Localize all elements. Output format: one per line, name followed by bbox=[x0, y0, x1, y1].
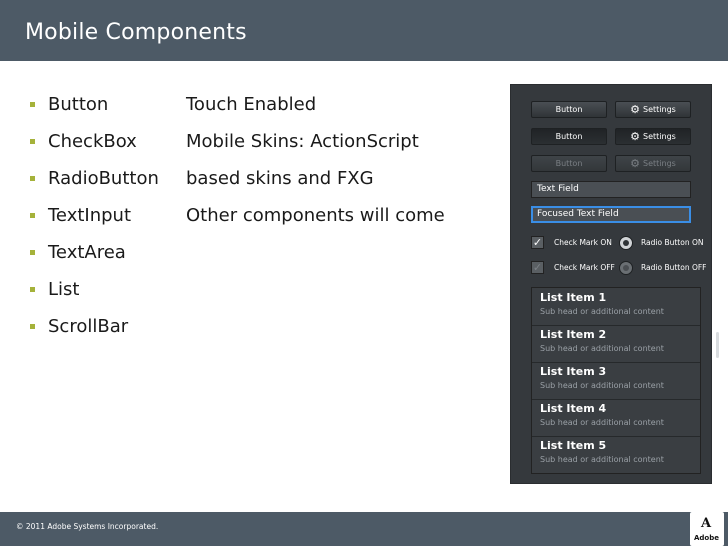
bullet-marker bbox=[30, 324, 35, 329]
mobile-components-preview: Button ⚙ Settings Button ⚙ Settings Button… bbox=[510, 84, 719, 484]
list-item-title: List Item 3 bbox=[540, 365, 607, 378]
list-scrollbar[interactable] bbox=[716, 332, 719, 358]
list-item-title: List Item 2 bbox=[540, 328, 607, 341]
checkmark-faint-icon: ✓ bbox=[532, 261, 543, 274]
settings-button-up[interactable]: ⚙ Settings bbox=[615, 101, 691, 118]
footer-bar: © 2011 Adobe Systems Incorporated. A Ado… bbox=[0, 512, 728, 546]
bullet-text: ScrollBar bbox=[48, 316, 129, 337]
text-field-value: Text Field bbox=[537, 184, 579, 194]
list-item-subhead: Sub head or additional content bbox=[540, 418, 664, 427]
list-item-subhead: Sub head or additional content bbox=[540, 381, 664, 390]
title-bar: Mobile Components bbox=[0, 0, 728, 61]
button-label: Button bbox=[555, 159, 583, 168]
touch-line: Mobile Skins: ActionScript bbox=[186, 131, 419, 152]
bullet-text: TextInput bbox=[48, 205, 132, 226]
gear-icon: ⚙ bbox=[630, 103, 641, 116]
list-item[interactable]: List Item 2 Sub head or additional conte… bbox=[532, 325, 700, 363]
adobe-logo-text: Adobe bbox=[694, 534, 719, 542]
copyright-text: © 2011 Adobe Systems Incorporated. bbox=[16, 522, 159, 531]
list[interactable]: List Item 1 Sub head or additional conte… bbox=[531, 287, 719, 474]
check-off-label: Check Mark OFF bbox=[554, 263, 615, 272]
touch-line: Other components will come bbox=[186, 205, 445, 226]
touch-line: Touch Enabled bbox=[186, 94, 317, 115]
settings-label: Settings bbox=[643, 105, 676, 114]
settings-label: Settings bbox=[643, 159, 676, 168]
settings-button-down[interactable]: ⚙ Settings bbox=[615, 128, 691, 145]
bullet-text: Button bbox=[48, 94, 109, 115]
bullet-marker bbox=[30, 176, 35, 181]
button-label: Button bbox=[555, 105, 583, 114]
focused-text-field[interactable]: Focused Text Field bbox=[531, 206, 691, 223]
checkbox-checked[interactable]: ✓ bbox=[531, 236, 544, 249]
list-item-subhead: Sub head or additional content bbox=[540, 307, 664, 316]
button-down[interactable]: Button bbox=[531, 128, 607, 145]
list-item-subhead: Sub head or additional content bbox=[540, 344, 664, 353]
radio-dot bbox=[623, 265, 629, 271]
focused-text-field-value: Focused Text Field bbox=[537, 209, 619, 219]
list-item[interactable]: List Item 4 Sub head or additional conte… bbox=[532, 399, 700, 437]
adobe-a-icon: A bbox=[701, 516, 712, 531]
radio-dot bbox=[623, 240, 629, 246]
list-item-title: List Item 4 bbox=[540, 402, 607, 415]
button-disabled[interactable]: Button bbox=[531, 155, 607, 172]
bullet-marker bbox=[30, 250, 35, 255]
button-up[interactable]: Button bbox=[531, 101, 607, 118]
list-item-title: List Item 5 bbox=[540, 439, 607, 452]
list-item[interactable]: List Item 1 Sub head or additional conte… bbox=[532, 288, 700, 326]
bullet-marker bbox=[30, 287, 35, 292]
radio-button-off[interactable] bbox=[619, 261, 633, 275]
text-field[interactable]: Text Field bbox=[531, 181, 691, 198]
checkmark-icon: ✓ bbox=[532, 236, 543, 249]
settings-button-disabled[interactable]: ⚙ Settings bbox=[615, 155, 691, 172]
button-label: Button bbox=[555, 132, 583, 141]
touch-line: based skins and FXG bbox=[186, 168, 374, 189]
settings-label: Settings bbox=[643, 132, 676, 141]
radio-off-label: Radio Button OFF bbox=[641, 263, 707, 272]
radio-button-on[interactable] bbox=[619, 236, 633, 250]
touch-description: Touch Enabled Mobile Skins: ActionScript… bbox=[186, 94, 445, 242]
bullet-marker bbox=[30, 139, 35, 144]
bullet-marker bbox=[30, 213, 35, 218]
list-item-title: List Item 1 bbox=[540, 291, 607, 304]
bullet-marker bbox=[30, 102, 35, 107]
bullet-text: List bbox=[48, 279, 80, 300]
check-on-label: Check Mark ON bbox=[554, 238, 612, 247]
gear-icon: ⚙ bbox=[630, 157, 641, 170]
bullet-text: CheckBox bbox=[48, 131, 137, 152]
list-item-subhead: Sub head or additional content bbox=[540, 455, 664, 464]
gear-icon: ⚙ bbox=[630, 130, 641, 143]
list-item[interactable]: List Item 3 Sub head or additional conte… bbox=[532, 362, 700, 400]
radio-on-label: Radio Button ON bbox=[641, 238, 704, 247]
adobe-logo: A Adobe bbox=[690, 512, 724, 546]
bullet-text: RadioButton bbox=[48, 168, 159, 189]
slide-title: Mobile Components bbox=[25, 20, 247, 45]
bullet-text: TextArea bbox=[48, 242, 126, 263]
list-item[interactable]: List Item 5 Sub head or additional conte… bbox=[532, 436, 700, 473]
checkbox-unchecked[interactable]: ✓ bbox=[531, 261, 544, 274]
